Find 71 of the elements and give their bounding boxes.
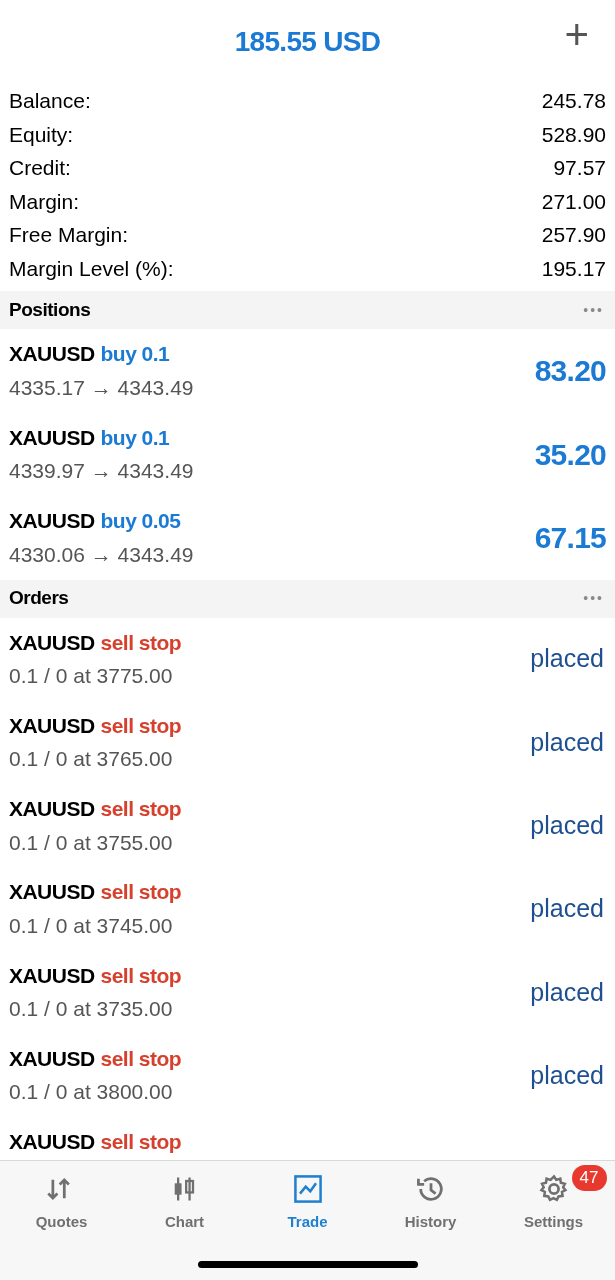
status-text: placed [530, 810, 605, 841]
position-row[interactable]: XAUUSD buy 0.1 4339.97 → 4343.49 35.20 [0, 412, 615, 496]
balance-title: 185.55 USD [234, 25, 381, 59]
price-text: 4335.17 → 4343.49 [9, 374, 194, 401]
order-detail-text: 0.1 / 0 at 3800.00 [9, 1079, 174, 1106]
status-text: placed [530, 893, 605, 925]
order-row[interactable]: XAUUSD sell stop 0.1 / 0 at 3765.00 placed [0, 700, 615, 785]
trade-side-text: buy 0.1 [100, 341, 170, 368]
profit-text: 35.20 [534, 436, 606, 473]
trade-side-text: buy 0.05 [100, 508, 181, 535]
order-row[interactable]: XAUUSD sell stop 0.1 / 0 at 3775.00 placed [0, 617, 615, 701]
position-row[interactable]: XAUUSD buy 0.05 4330.06 → 4343.49 67.15 [0, 496, 615, 580]
tab-button[interactable]: Trade [252, 1163, 363, 1234]
symbol-text: XAUUSD [9, 508, 95, 535]
symbol-text: XAUUSD [9, 341, 95, 368]
add-button[interactable]: + [564, 14, 589, 56]
summary-value: 528.90 [541, 121, 606, 148]
order-type-text: sell stop [100, 629, 181, 656]
profit-text: 83.20 [534, 353, 606, 390]
order-type-text: sell stop [100, 712, 181, 739]
notification-badge: 47 [571, 1165, 607, 1191]
section-title: Positions [9, 297, 91, 322]
tab-button[interactable]: Quotes [6, 1163, 117, 1234]
symbol-text: XAUUSD [9, 962, 95, 989]
order-row[interactable]: XAUUSD sell stop 0.1 / 0 at 3745.00 placed [0, 867, 615, 951]
price-text: 4339.97 → 4343.49 [9, 458, 194, 485]
profit-text: 67.15 [534, 520, 606, 557]
order-row[interactable]: XAUUSD sell stop [0, 1117, 615, 1160]
summary-label: Credit: [9, 155, 71, 181]
summary-value: 257.90 [541, 222, 606, 248]
symbol-text: XAUUSD [9, 424, 95, 451]
order-detail-text: 0.1 / 0 at 3735.00 [9, 996, 174, 1023]
order-detail-text: 0.1 / 0 at 3745.00 [9, 912, 174, 939]
order-detail-text: 0.1 / 0 at 3765.00 [9, 746, 174, 773]
summary-value: 245.78 [541, 88, 606, 114]
order-type-text: sell stop [100, 1046, 181, 1072]
order-type-text: sell stop [100, 879, 181, 906]
order-type-text: sell stop [100, 1129, 181, 1156]
summary-label: Equity: [9, 121, 74, 148]
symbol-text: XAUUSD [9, 796, 95, 823]
summary-value: 97.57 [553, 155, 606, 181]
price-text: 4330.06 → 4343.49 [9, 541, 194, 568]
order-detail-text: 0.1 / 0 at 3775.00 [9, 663, 174, 689]
line-chart-icon [291, 1173, 324, 1205]
order-row[interactable]: XAUUSD sell stop 0.1 / 0 at 3800.00 placed [0, 1034, 615, 1118]
summary-label: Margin: [9, 188, 80, 215]
tab-button[interactable]: History [375, 1163, 486, 1234]
tab-button[interactable]: Chart [129, 1163, 240, 1234]
summary-value: 271.00 [541, 188, 606, 215]
symbol-text: XAUUSD [9, 1129, 95, 1156]
symbol-text: XAUUSD [9, 712, 95, 739]
order-row[interactable]: XAUUSD sell stop 0.1 / 0 at 3735.00 placed [0, 950, 615, 1034]
summary-value: 195.17 [541, 255, 606, 282]
order-detail-text: 0.1 / 0 at 3755.00 [9, 829, 174, 856]
symbol-text: XAUUSD [9, 1046, 95, 1072]
symbol-text: XAUUSD [9, 879, 95, 906]
summary-label: Margin Level (%): [9, 255, 174, 282]
status-text: placed [530, 726, 605, 758]
summary-label: Free Margin: [9, 222, 129, 248]
status-text: placed [530, 643, 605, 675]
tab-button[interactable]: Settings 47 [498, 1163, 609, 1234]
section-title: Orders [9, 586, 69, 611]
summary-label: Balance: [9, 88, 91, 114]
status-text: placed [530, 1059, 605, 1091]
order-type-text: sell stop [100, 962, 181, 989]
order-type-text: sell stop [100, 796, 181, 823]
status-text: placed [530, 976, 605, 1008]
trade-side-text: buy 0.1 [100, 424, 170, 451]
symbol-text: XAUUSD [9, 629, 95, 656]
position-row[interactable]: XAUUSD buy 0.1 4335.17 → 4343.49 83.20 [0, 329, 615, 413]
order-row[interactable]: XAUUSD sell stop 0.1 / 0 at 3755.00 placed [0, 784, 615, 868]
